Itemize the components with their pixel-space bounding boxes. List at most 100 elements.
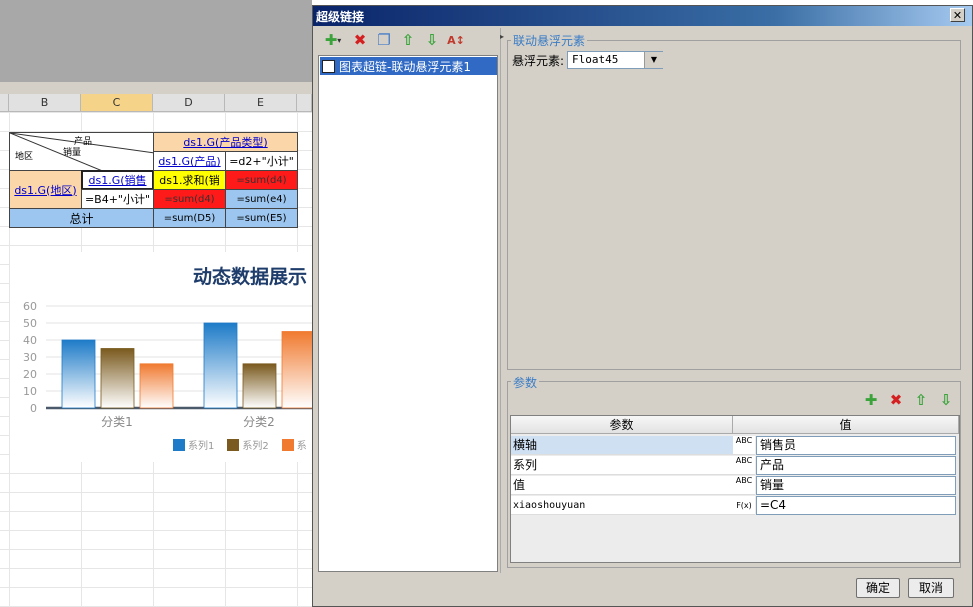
x-category-label: 分类1 [101,415,133,429]
y-tick-label: 0 [30,402,37,415]
chart-legend: 系列1 系列2 系 [173,437,307,452]
cell-text: ds1.G(地区) [14,183,77,197]
param-up-icon[interactable]: ⇧ [911,390,931,410]
column-header-d[interactable]: D [153,94,225,112]
floating-element-label: 悬浮元素: [512,54,565,68]
diagonal-header-cell[interactable]: 产品 销量 地区 [9,132,154,171]
add-link-icon[interactable]: ✚ ▾ [320,30,346,50]
legend-swatch [173,438,185,451]
cell-text: =sum(d4) [236,174,287,186]
legend-swatch [227,438,240,451]
row-header-corner[interactable] [0,94,9,112]
legend-item: 系列2 [227,437,269,452]
chart-bar [203,322,238,409]
cell-e-sum[interactable]: =sum(d4) [225,170,298,190]
param-name-2[interactable]: 值 [511,476,733,495]
param-value-3[interactable]: =C4 [756,496,956,515]
legend-item: 系 [281,437,307,452]
y-tick-label: 50 [23,317,37,330]
chevron-down-icon[interactable]: ▼ [644,52,663,68]
link-list[interactable] [318,55,498,572]
delete-icon[interactable]: ✖ [350,30,370,50]
cell-text: 总计 [69,211,94,226]
column-header-e[interactable]: E [225,94,297,112]
cell-d-product-type[interactable]: ds1.G(产品类型) [153,132,298,152]
chart-title: 动态数据展示 [193,266,308,288]
y-tick-label: 60 [23,300,37,313]
column-header-b[interactable]: B [9,94,81,112]
cell-text: =sum(d4) [164,193,215,205]
cell-c-subtotal[interactable]: =B4+"小计" [81,189,154,209]
cell-e-sum2[interactable]: =sum(e4) [225,189,298,209]
toolbar-strip [0,82,312,94]
chart-plot: 0 10 20 30 40 50 60 分类1 分类2 [23,300,312,429]
chart-bar [242,363,277,409]
splitter-arrow-icon[interactable]: ▸ [500,32,504,41]
cell-text: =sum(E5) [236,212,287,224]
column-header-f[interactable] [297,94,312,112]
cell-d-total[interactable]: =sum(D5) [153,208,226,228]
abc-type-icon[interactable]: ABC [733,436,755,455]
y-tick-label: 20 [23,368,37,381]
move-up-icon[interactable]: ⇧ [398,30,418,50]
cancel-button[interactable]: 取消 [908,578,954,598]
move-down-icon[interactable]: ⇩ [422,30,442,50]
sort-icon[interactable]: A↕ [446,30,466,50]
ok-button[interactable]: 确定 [856,578,900,598]
splitter[interactable] [500,28,507,573]
param-name-1[interactable]: 系列 [511,456,733,475]
formula-type-icon[interactable]: F(x) [733,496,755,515]
param-value-1[interactable]: 产品 [756,456,956,475]
link-list-item-label: 图表超链-联动悬浮元素1 [339,59,471,74]
designer-toolbar-area [0,0,312,83]
cell-c-sales-selected[interactable]: ds1.G(销售 [81,170,154,190]
copy-icon[interactable]: ❐ [374,30,394,50]
cell-text: ds1.求和(销 [159,174,220,187]
cell-text: ds1.G(产品) [158,155,221,168]
param-name-0[interactable]: 横轴 [511,436,733,455]
cell-d-product[interactable]: ds1.G(产品) [153,151,226,171]
legend-label: 系列1 [188,441,215,452]
cell-d-sum[interactable]: ds1.求和(销 [153,170,226,190]
cell-text: ds1.G(销售 [88,174,147,187]
dialog-titlebar[interactable] [313,6,972,26]
legend-label: 系列2 [242,441,269,452]
chart-bar [61,339,96,409]
cell-e-total[interactable]: =sum(E5) [225,208,298,228]
y-tick-label: 30 [23,351,37,364]
remove-param-icon[interactable]: ✖ [886,390,906,410]
cell-text: =B4+"小计" [84,193,151,206]
param-down-icon[interactable]: ⇩ [936,390,956,410]
cell-d-sum2[interactable]: =sum(d4) [153,189,226,209]
param-value-0[interactable]: 销售员 [756,436,956,455]
param-name-3[interactable]: xiaoshouyuan [511,496,733,515]
floating-group-label: 联动悬浮元素 [511,32,588,49]
close-button[interactable]: ✕ [950,8,965,22]
cell-text: =d2+"小计" [229,155,294,168]
legend-item: 系列1 [173,437,214,452]
params-header-value[interactable]: 值 [733,416,959,434]
cell-text: ds1.G(产品类型) [183,136,268,149]
cell-b-region[interactable]: ds1.G(地区) [9,170,82,209]
link-list-item[interactable]: 图表超链-联动悬浮元素1 [320,57,497,75]
params-header-name[interactable]: 参数 [511,416,733,434]
link-toolbar: ✚ ▾ ✖ ❐ ⇧ ⇩ A↕ [320,30,466,50]
header-sales-label: 销量 [63,148,82,158]
legend-label: 系 [296,441,307,452]
param-value-2[interactable]: 销量 [756,476,956,495]
abc-type-icon[interactable]: ABC [733,476,755,495]
floating-element-group [507,40,961,370]
cell-total[interactable]: 总计 [9,208,154,228]
chart-bar [100,348,135,409]
params-group-label: 参数 [511,374,540,391]
abc-type-icon[interactable]: ABC [733,456,755,475]
cell-text: =sum(D5) [163,212,216,224]
header-region-label: 地区 [15,152,34,162]
legend-swatch [281,438,294,451]
chart-bar [139,363,174,409]
dialog-title: 超级链接 [316,10,365,24]
column-header-c[interactable]: C [81,94,153,112]
cell-text: =sum(e4) [236,193,287,205]
cell-e-subtotal[interactable]: =d2+"小计" [225,151,298,171]
add-param-icon[interactable]: ✚ [861,390,881,410]
